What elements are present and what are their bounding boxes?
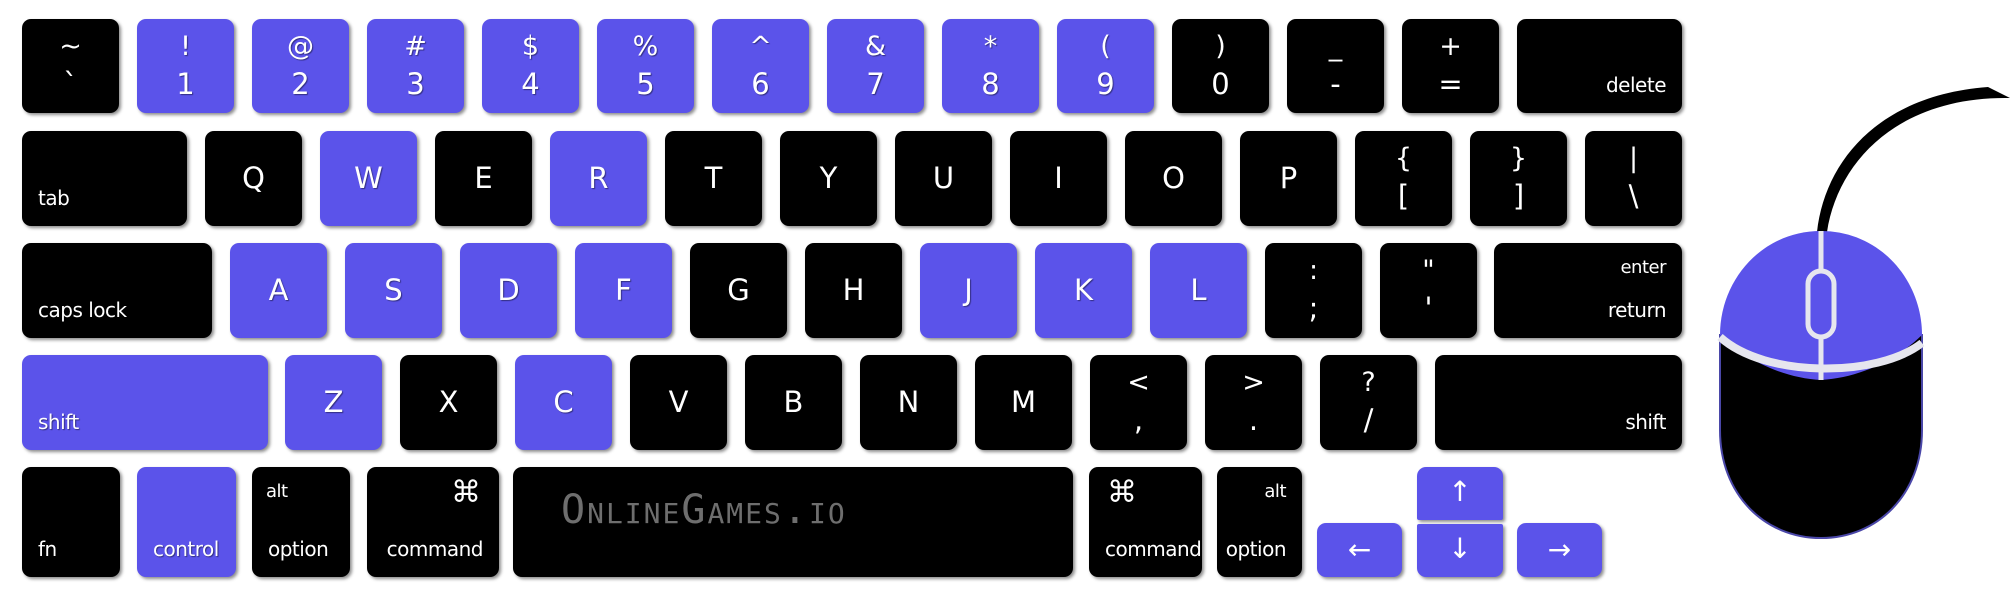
mouse-cable (1817, 87, 2010, 232)
mouse-scroll-wheel[interactable] (1805, 268, 1837, 340)
mouse (1717, 87, 2010, 540)
